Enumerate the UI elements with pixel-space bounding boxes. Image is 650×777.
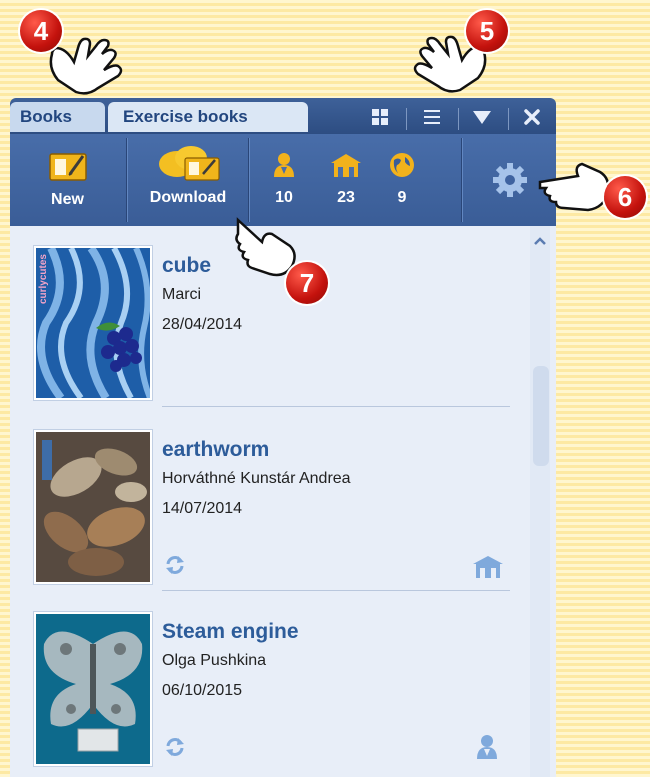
download-button[interactable]: Download [128,134,248,226]
divider [162,406,510,407]
book-author: Horváthné Kunstár Andrea [162,470,351,487]
close-button[interactable] [514,104,550,130]
scrollbar-thumb[interactable] [533,366,549,466]
new-button[interactable]: New [10,134,125,226]
stat-globe-count: 9 [397,189,407,206]
dropdown-button[interactable] [464,104,500,130]
triangle-down-icon [473,111,491,124]
stat-person-count: 10 [275,189,293,206]
callout-badge: 5 [466,10,508,52]
book-author: Marci [162,286,202,303]
book-title[interactable]: earthworm [162,438,269,462]
grid-icon [372,109,388,125]
callout-badge: 6 [604,176,646,218]
book-cover-thumbnail[interactable] [34,612,152,766]
new-book-icon [48,153,87,181]
close-icon [524,109,540,125]
book-date: 06/10/2015 [162,682,243,699]
tab-exercise-books[interactable]: Exercise books [108,102,308,132]
divider [406,108,407,130]
globe-icon [388,151,416,184]
download-label: Download [149,189,227,206]
house-icon [472,554,504,584]
toolbar-separator [461,138,462,222]
cover-title-text: curlycutes [38,254,49,305]
book-list[interactable]: curlycutes cube Marci 28/04/2014 earthwo… [10,226,556,777]
book-cover-thumbnail[interactable]: curlycutes [34,246,152,400]
scroll-up-button[interactable] [530,232,550,250]
list-icon [424,110,440,124]
book-author: Olga Pushkina [162,652,267,669]
chevron-up-icon [534,237,546,245]
grid-view-button[interactable] [362,104,398,130]
book-title[interactable]: cube [162,254,211,278]
tabs-bar: Books Exercise books [10,98,556,134]
tab-books[interactable]: Books [10,102,105,132]
toolbar-separator [126,138,127,222]
book-date: 14/07/2014 [162,500,243,517]
toolbar-separator [248,138,249,222]
house-icon [330,152,362,183]
divider [458,108,459,130]
divider [508,108,509,130]
scrollbar[interactable] [530,226,550,777]
person-icon [476,734,498,766]
callout-badge: 7 [286,262,328,304]
book-cover-thumbnail[interactable] [34,430,152,584]
book-title[interactable]: Steam engine [162,620,299,644]
callout-badge: 4 [20,10,62,52]
stat-house-count: 23 [337,189,355,206]
pointing-hand-icon [538,152,612,219]
divider [162,590,510,591]
sync-icon[interactable] [164,736,186,764]
new-label: New [51,191,84,208]
sync-icon[interactable] [164,554,186,582]
gear-icon [492,163,527,197]
list-view-button[interactable] [414,104,450,130]
person-icon [272,152,296,183]
book-date: 28/04/2014 [162,316,243,333]
cloud-download-icon [159,146,220,181]
